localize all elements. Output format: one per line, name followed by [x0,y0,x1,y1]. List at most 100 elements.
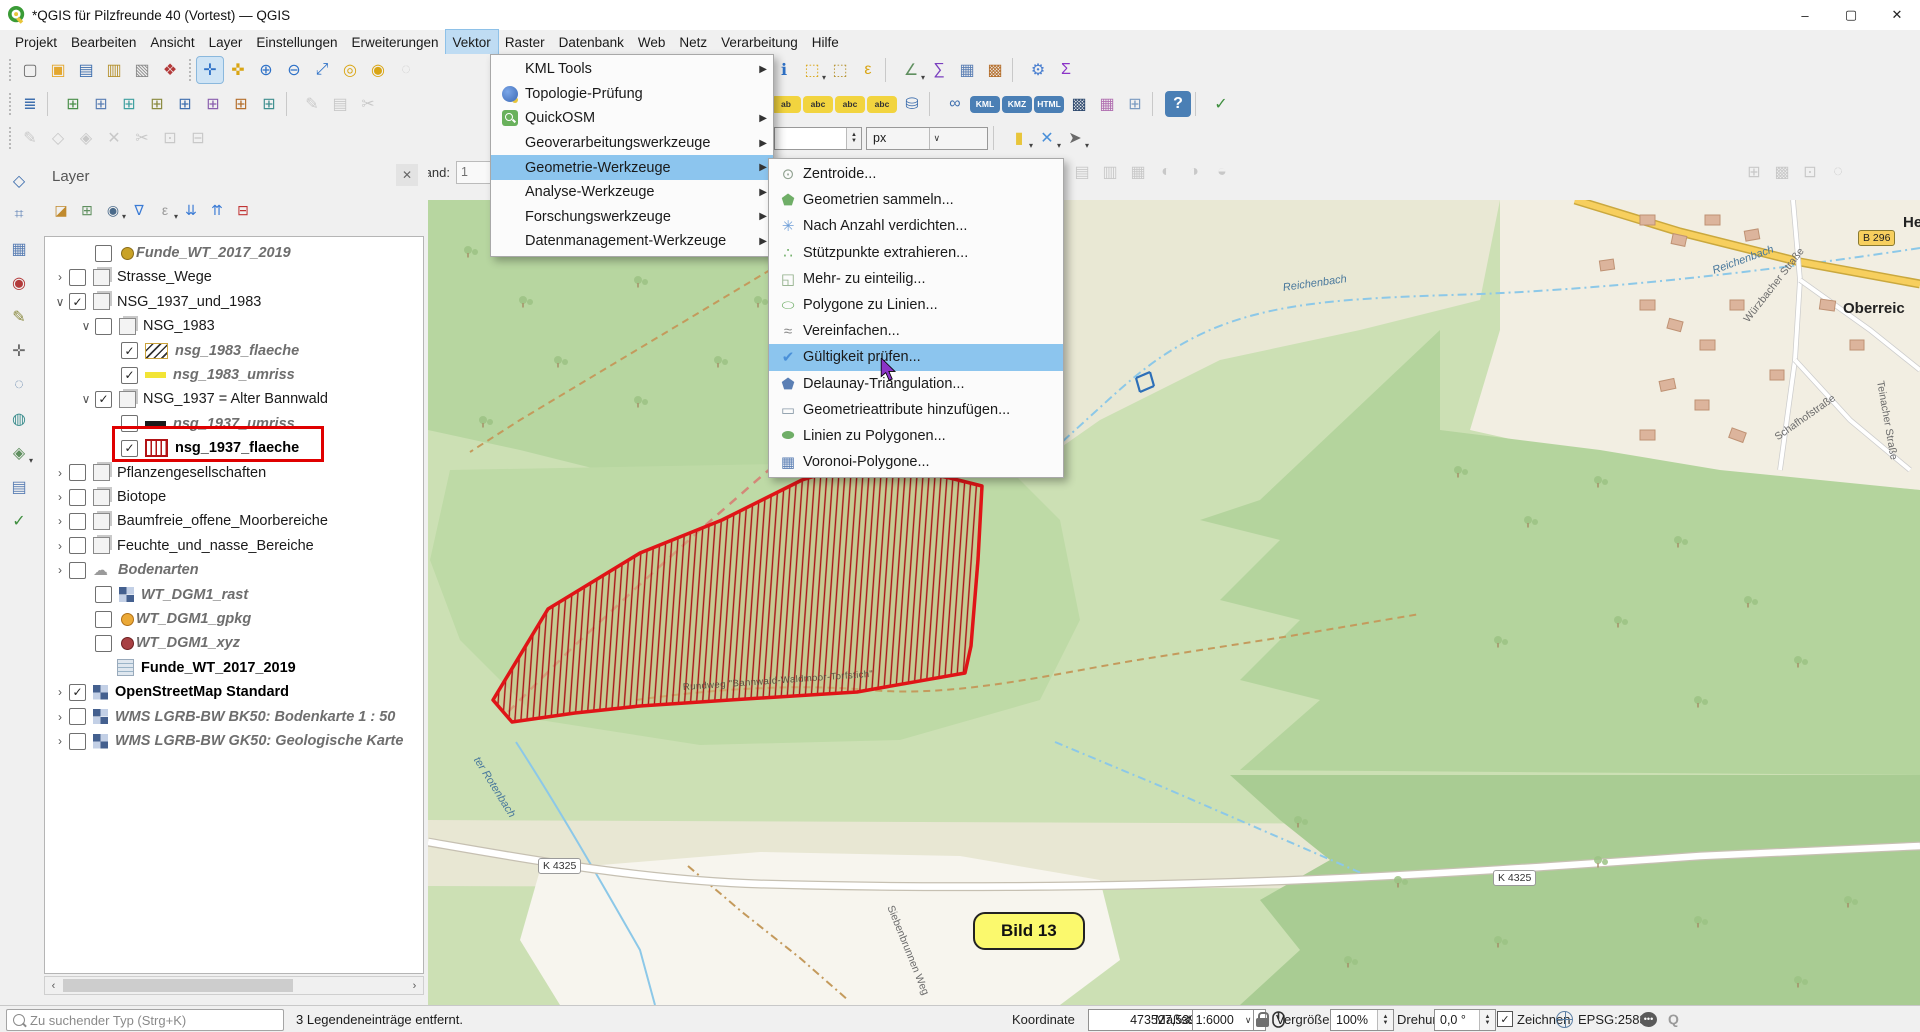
expand-icon[interactable]: › [51,270,69,284]
delete-selected-icon[interactable]: ✕ [101,125,127,151]
raster-stretch-icon[interactable]: ▤ [1069,159,1095,185]
close-button[interactable]: ✕ [1874,0,1920,30]
layer-checkbox[interactable]: ✓ [69,684,86,701]
pan-to-selection-icon[interactable]: ✜ [225,57,251,83]
expand-icon[interactable]: › [51,490,69,504]
expand-icon[interactable]: › [51,514,69,528]
layer-tree-item[interactable]: WT_DGM1_gpkg [45,607,424,631]
open-project-icon[interactable]: ▣ [45,57,71,83]
menubar-item-layer[interactable]: Layer [202,30,250,54]
remove-layer-icon[interactable]: ⊟ [231,198,255,222]
minimize-button[interactable]: – [1782,0,1828,30]
menubar-item-vektor[interactable]: Vektor [446,30,498,54]
help-icon[interactable]: ? [1165,91,1191,117]
add-feature-icon[interactable]: ◇ [45,125,71,151]
zoom-out-icon[interactable]: ⊖ [281,57,307,83]
layer-checkbox[interactable] [95,318,112,335]
layer-tree-item[interactable]: WT_DGM1_rast [45,583,424,607]
menu-item-datenmanagement-werkzeuge[interactable]: Datenmanagement-Werkzeuge▶ [491,229,773,254]
raster-info-icon[interactable]: ◌ [1825,159,1851,185]
collapse-icon[interactable]: ∨ [51,295,69,309]
raster-gamma-icon[interactable]: ◒ [1209,159,1235,185]
check-tool-icon[interactable]: ✓ [6,508,32,534]
menubar-item-bearbeiten[interactable]: Bearbeiten [64,30,143,54]
scrollbar-thumb[interactable] [63,979,293,992]
spinner-arrows-icon[interactable]: ▲▼ [1377,1010,1393,1030]
layer-tree-item[interactable]: ›✓OpenStreetMap Standard [45,680,424,704]
layer-tree-item[interactable]: ∨✓NSG_1937 = Alter Bannwald [45,387,424,411]
toggle-editing-icon[interactable]: ✎ [299,91,325,117]
layer-panel-close-icon[interactable]: ✕ [396,164,418,186]
layer-checkbox[interactable]: ✓ [95,391,112,408]
symbol-levels-icon[interactable]: ◉ [6,270,32,296]
label-change-icon[interactable]: abc [867,96,897,113]
copy-icon[interactable]: ⊡ [157,125,183,151]
expand-icon[interactable]: › [51,563,69,577]
zoom-native-icon[interactable]: ◌ [393,57,419,83]
statistics-icon[interactable]: ∑ [926,57,952,83]
expand-all-icon[interactable]: ⇊ [179,198,203,222]
label-show-icon[interactable]: abc [803,96,833,113]
expand-icon[interactable]: › [51,734,69,748]
collapse-icon[interactable]: ∨ [77,392,95,406]
identify-features-icon[interactable]: ℹ [771,57,797,83]
add-mesh-layer-icon[interactable]: ⊞ [116,91,142,117]
table-gear-icon[interactable]: ⊞ [1122,91,1148,117]
zoom-in-icon[interactable]: ⊕ [253,57,279,83]
database-icon[interactable]: ⛁ [899,91,925,117]
show-layout-manager-icon[interactable]: ▧ [129,57,155,83]
open-layer-styling-icon[interactable]: ◪ [49,198,73,222]
raster-zoom-stretch-icon[interactable]: ▥ [1097,159,1123,185]
layer-checkbox[interactable] [95,586,112,603]
expand-icon[interactable]: › [51,539,69,553]
layer-tree-item[interactable]: ∨✓NSG_1937_und_1983 [45,290,424,314]
grid-tool-icon[interactable]: ▤ [6,474,32,500]
new-print-layout-icon[interactable]: ▥ [101,57,127,83]
menu-item-geometrie-werkzeuge[interactable]: Geometrie-Werkzeuge▶ [491,155,773,180]
menubar-item-netz[interactable]: Netz [672,30,714,54]
menubar-item-verarbeitung[interactable]: Verarbeitung [714,30,805,54]
menu-item-topologie-pr-fung[interactable]: Topologie-Prüfung [491,82,773,107]
submenu-item-st-tzpunkte-extrahieren-[interactable]: ∴Stützpunkte extrahieren... [769,240,1063,266]
menubar-item-erweiterungen[interactable]: Erweiterungen [344,30,445,54]
advanced-digitizing-icon[interactable]: ⌗ [6,202,32,228]
measure-icon[interactable]: ∠▾ [898,57,924,83]
layer-tree-item[interactable]: ∨NSG_1983 [45,314,424,338]
spinner-arrows-icon[interactable]: ▲▼ [846,128,861,149]
filter-expression-icon[interactable]: ε▾ [153,198,177,222]
annotation-icon[interactable]: ✎ [6,304,32,330]
submenu-item-nach-anzahl-verdichten-[interactable]: ✳Nach Anzahl verdichten... [769,213,1063,239]
deselect-features-icon[interactable]: ⬚ [827,57,853,83]
zoom-to-layer-icon[interactable]: ◎ [337,57,363,83]
rotation-spinbox[interactable]: 0,0 ° ▲▼ [1434,1009,1496,1031]
add-spatialite-layer-icon[interactable]: ⊞ [200,91,226,117]
menubar-item-web[interactable]: Web [631,30,673,54]
layer-tree-item[interactable]: ›Biotope [45,485,424,509]
locator-search[interactable]: Zu suchender Typ (Strg+K) [6,1009,284,1031]
expand-icon[interactable]: › [51,466,69,480]
raster-contrast-icon[interactable]: ◑ [1181,159,1207,185]
style-manager-icon[interactable]: ❖ [157,57,183,83]
checker-layer-icon[interactable]: ▩ [1066,91,1092,117]
statistical-summary-icon[interactable]: Σ [1053,57,1079,83]
stroke-color-icon[interactable]: ✕▾ [1034,125,1060,151]
menu-item-kml-tools[interactable]: KML Tools▶ [491,57,773,82]
add-group-icon[interactable]: ⊞ [75,198,99,222]
submenu-item-geometrien-sammeln-[interactable]: ⬟Geometrien sammeln... [769,187,1063,213]
submenu-item-vereinfachen-[interactable]: ≈Vereinfachen... [769,318,1063,344]
add-postgis-layer-icon[interactable]: ⊞ [172,91,198,117]
messages-icon[interactable]: ••• [1640,1009,1657,1029]
add-wfs-layer-icon[interactable]: ⊞ [256,91,282,117]
layer-tree-item[interactable]: WT_DGM1_xyz [45,631,424,655]
raster-align-icon[interactable]: ⊡ [1797,159,1823,185]
save-project-icon[interactable]: ▤ [73,57,99,83]
field-calculator-icon[interactable]: ▩ [982,57,1008,83]
filter-legend-icon[interactable]: ∇ [127,198,151,222]
cut-features-icon[interactable]: ✂ [355,91,381,117]
menubar-item-raster[interactable]: Raster [498,30,552,54]
layer-checkbox[interactable] [95,245,112,262]
layer-tree-item[interactable]: ›WMS LGRB-BW BK50: Bodenkarte 1 : 50 [45,705,424,729]
layer-checkbox[interactable] [95,635,112,652]
layer-checkbox[interactable] [69,562,86,579]
layer-checkbox[interactable] [69,464,86,481]
